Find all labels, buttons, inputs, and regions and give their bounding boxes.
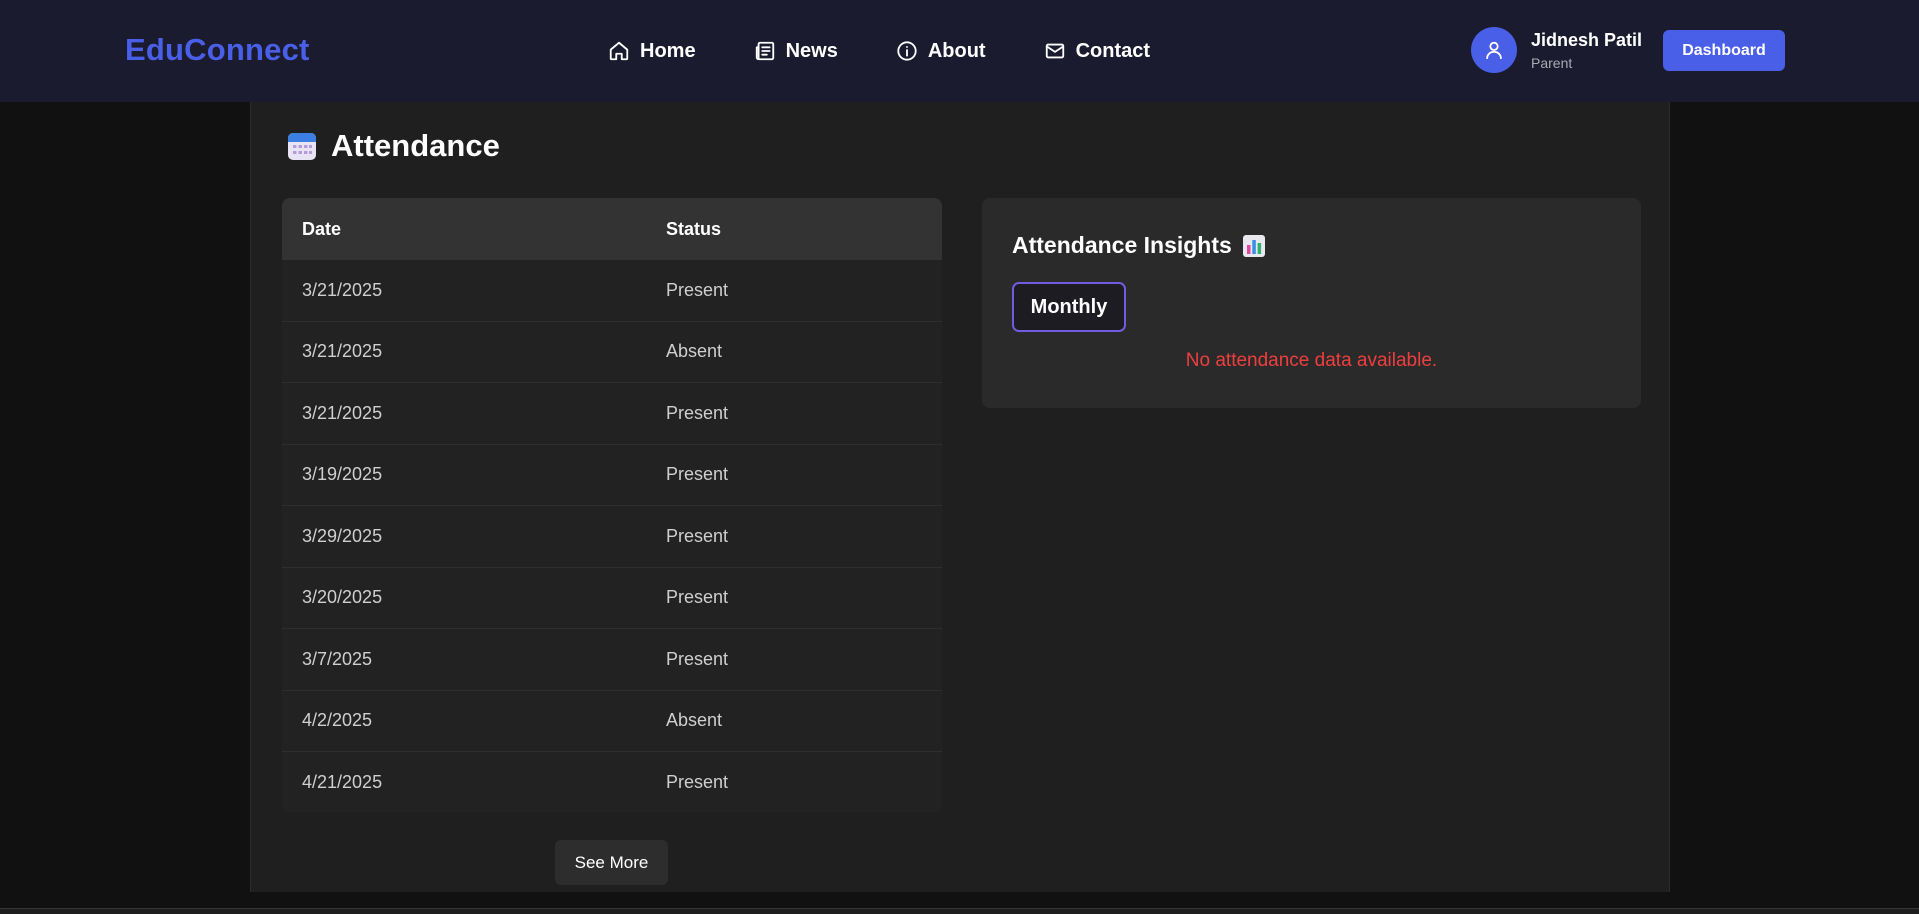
user-profile[interactable]: Jidnesh Patil Parent xyxy=(1471,27,1642,73)
cell-status: Absent xyxy=(666,710,723,731)
page-title-text: Attendance xyxy=(331,128,500,163)
main-content-panel: Attendance Date Status 3/21/2025 Present… xyxy=(250,102,1670,892)
nav-home[interactable]: Home xyxy=(608,36,696,66)
user-name: Jidnesh Patil xyxy=(1531,30,1643,50)
table-row: 3/21/2025 Present xyxy=(282,260,942,322)
cell-status: Present xyxy=(666,648,729,669)
header-date[interactable]: Date xyxy=(302,219,341,240)
table-row: 3/20/2025 Present xyxy=(282,568,942,629)
attendance-insights-card: Attendance Insights Monthly No attendanc… xyxy=(982,198,1641,408)
cell-status: Present xyxy=(666,525,729,546)
table-row: 3/7/2025 Present xyxy=(282,629,942,691)
user-role: Parent xyxy=(1531,55,1573,71)
bottom-scroll-strip xyxy=(0,908,1919,914)
mail-icon xyxy=(1045,43,1064,59)
cell-date: 3/29/2025 xyxy=(302,525,383,546)
table-row: 4/2/2025 Absent xyxy=(282,691,942,752)
dashboard-button[interactable]: Dashboard xyxy=(1663,30,1785,71)
no-data-message: No attendance data available. xyxy=(1185,350,1438,371)
bar-chart-icon xyxy=(1242,234,1265,257)
nav-news[interactable]: News xyxy=(754,36,838,66)
cell-date: 3/21/2025 xyxy=(302,279,383,300)
table-row: 3/29/2025 Present xyxy=(282,506,942,568)
top-navbar: EduConnect Home News About Contact Jidne… xyxy=(0,0,1919,102)
info-icon xyxy=(897,41,917,61)
table-row: 3/21/2025 Present xyxy=(282,383,942,445)
attendance-table: Date Status 3/21/2025 Present 3/21/2025 … xyxy=(282,198,942,812)
monthly-toggle-button[interactable]: Monthly xyxy=(1012,282,1126,332)
cell-date: 3/21/2025 xyxy=(302,341,383,362)
table-row: 4/21/2025 Present xyxy=(282,752,942,812)
page-title: Attendance xyxy=(287,128,500,164)
cell-date: 4/2/2025 xyxy=(302,710,373,731)
nav-news-label: News xyxy=(785,39,838,62)
cell-status: Present xyxy=(666,772,729,793)
cell-date: 3/19/2025 xyxy=(302,464,383,485)
nav-about-label: About xyxy=(927,39,986,62)
table-row: 3/21/2025 Absent xyxy=(282,322,942,383)
cell-status: Present xyxy=(666,279,729,300)
cell-date: 4/21/2025 xyxy=(302,772,383,793)
brand-logo-text[interactable]: EduConnect xyxy=(125,32,310,68)
cell-date: 3/20/2025 xyxy=(302,587,383,608)
home-icon xyxy=(609,41,629,61)
user-icon xyxy=(1486,41,1502,60)
nav-contact-label: Contact xyxy=(1075,39,1151,62)
cell-status: Present xyxy=(666,464,729,485)
cell-status: Present xyxy=(666,402,729,423)
cell-status: Present xyxy=(666,587,729,608)
nav-home-label: Home xyxy=(640,39,696,62)
newspaper-icon xyxy=(755,41,774,61)
avatar[interactable] xyxy=(1471,27,1517,73)
insights-title-text: Attendance Insights xyxy=(1012,232,1232,258)
calendar-icon xyxy=(288,133,316,160)
nav-about[interactable]: About xyxy=(896,36,986,66)
see-more-button[interactable]: See More xyxy=(555,840,668,885)
table-row: 3/19/2025 Present xyxy=(282,445,942,506)
cell-date: 3/21/2025 xyxy=(302,402,383,423)
header-status[interactable]: Status xyxy=(666,219,721,240)
cell-date: 3/7/2025 xyxy=(302,648,373,669)
user-info: Jidnesh Patil Parent xyxy=(1531,29,1642,71)
insights-title: Attendance Insights xyxy=(1012,232,1266,259)
nav-links: Home News About Contact xyxy=(608,36,1208,66)
table-header-row: Date Status xyxy=(282,198,942,260)
cell-status: Absent xyxy=(666,341,723,362)
nav-contact[interactable]: Contact xyxy=(1044,36,1150,66)
